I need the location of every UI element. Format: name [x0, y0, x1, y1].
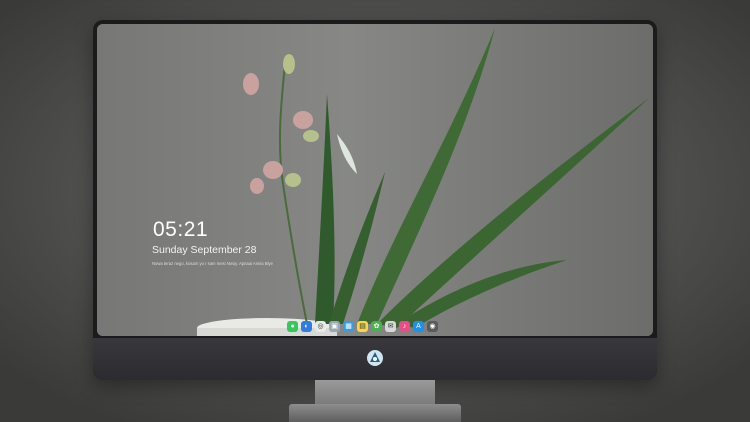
safari-icon[interactable]: ◎: [315, 320, 326, 332]
camera-icon[interactable]: ◉: [427, 320, 438, 332]
monitor-stand-base: [289, 404, 461, 422]
lock-screen: 05:21 Sunday September 28 Nowa teraz neg…: [97, 24, 653, 336]
finder-icon[interactable]: ◐: [301, 320, 312, 332]
photos-icon[interactable]: ✿: [371, 320, 382, 332]
messages-icon[interactable]: ●: [287, 320, 298, 332]
music-icon[interactable]: ♪: [399, 320, 410, 332]
appstore-icon[interactable]: A: [413, 320, 424, 332]
lock-time: 05:21: [153, 218, 209, 241]
clapper-icon[interactable]: ▦: [343, 320, 354, 332]
imac-monitor: 05:21 Sunday September 28 Nowa teraz neg…: [93, 20, 657, 380]
mail-icon[interactable]: ✉: [385, 320, 396, 332]
notes-icon[interactable]: ▤: [357, 320, 368, 332]
orchid-wallpaper: [97, 24, 653, 336]
brand-logo-icon: [367, 350, 383, 366]
monitor-stand-neck: [315, 380, 435, 404]
dock: ● ◐ ◎ ▣ ▦ ▤ ✿ ✉ ♪ A ◉: [287, 319, 438, 333]
lock-date: Sunday September 28: [152, 244, 257, 256]
lock-note: Nowa teraz nego, kosam yo r sam mesi Nwu…: [152, 261, 273, 266]
preview-icon[interactable]: ▣: [329, 320, 340, 332]
